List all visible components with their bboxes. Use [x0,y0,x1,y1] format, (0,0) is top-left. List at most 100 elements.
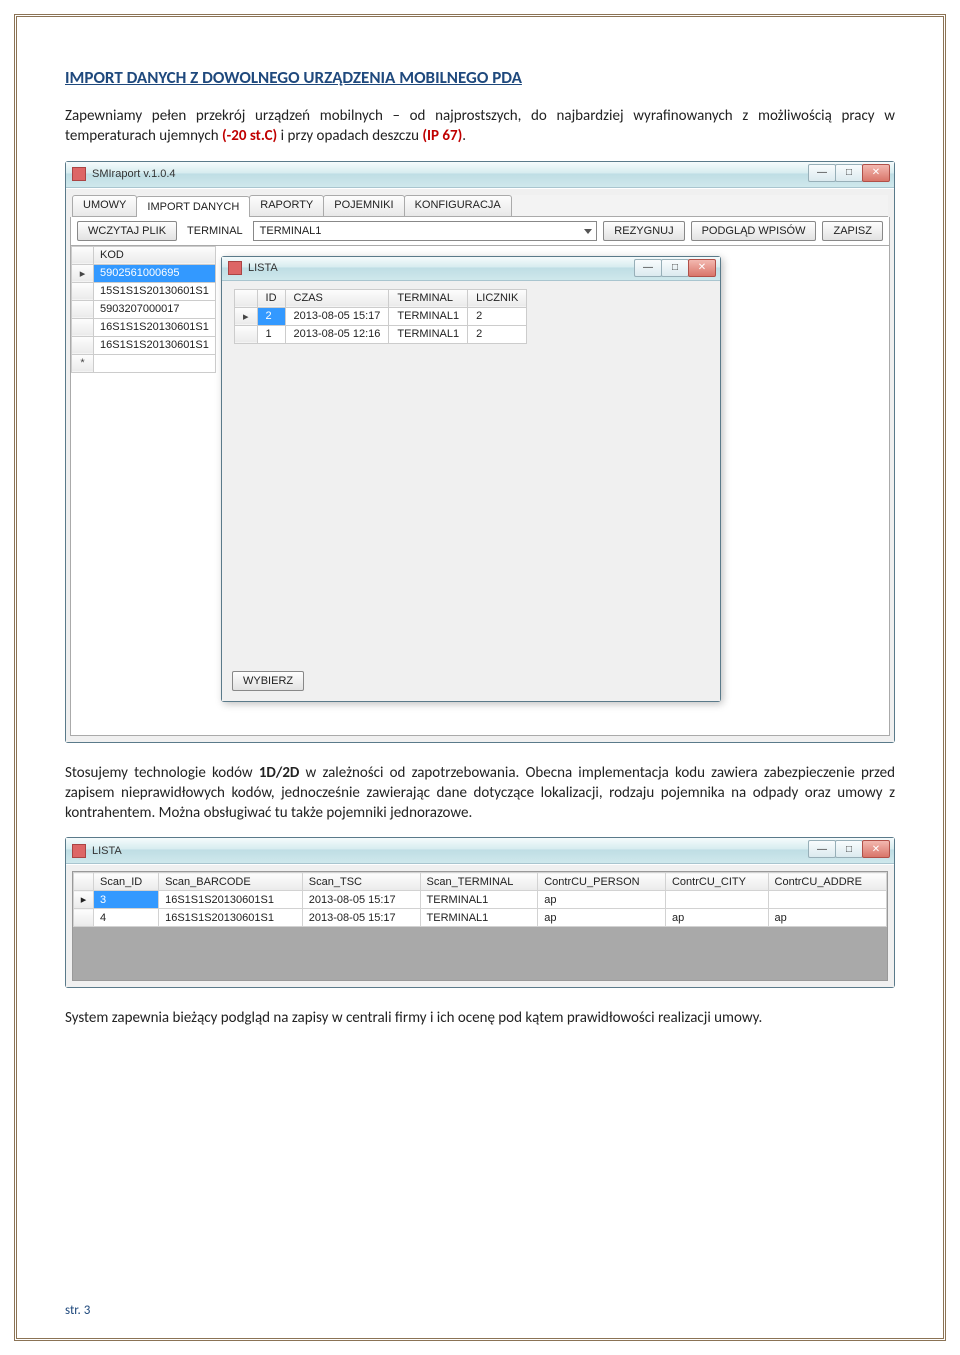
row-indicator[interactable] [72,282,94,300]
cell[interactable]: ap [768,909,886,927]
cell[interactable] [768,891,886,909]
cell-czas[interactable]: 2013-08-05 12:16 [285,325,389,343]
cell[interactable]: ap [538,891,666,909]
cell-terminal[interactable]: TERMINAL1 [389,307,468,325]
preview-button[interactable]: PODGLĄD WPISÓW [691,221,817,241]
kod-cell[interactable]: 16S1S1S20130601S1 [94,336,216,354]
col-licznik[interactable]: LICZNIK [468,289,527,307]
titlebar[interactable]: SMIraport v.1.0.4 — □ ✕ [66,162,894,188]
load-file-button[interactable]: WCZYTAJ PLIK [77,221,177,241]
cell[interactable]: TERMINAL1 [420,891,538,909]
tab-umowy[interactable]: UMOWY [72,195,137,216]
kod-cell-empty[interactable] [94,354,216,372]
lista2-maximize-button[interactable]: □ [835,840,863,858]
cell[interactable] [665,891,768,909]
para-2: Stosujemy technologie kodów 1D/2D w zale… [65,763,895,824]
modal-maximize-button[interactable]: □ [661,259,689,277]
save-button[interactable]: ZAPISZ [822,221,883,241]
col-scan-barcode[interactable]: Scan_BARCODE [159,873,303,891]
cell-czas[interactable]: 2013-08-05 15:17 [285,307,389,325]
cell[interactable]: 2013-08-05 15:17 [302,909,420,927]
kod-cell[interactable]: 5902561000695 [94,264,216,282]
tab-raporty[interactable]: RAPORTY [249,195,324,216]
close-button[interactable]: ✕ [862,164,890,182]
lista-rowhead-blank [235,289,258,307]
col-contrcu-addr[interactable]: ContrCU_ADDRE [768,873,886,891]
row-indicator[interactable] [72,336,94,354]
cell[interactable]: 16S1S1S20130601S1 [159,891,303,909]
row-indicator[interactable]: ▸ [72,264,94,282]
lista-modal: LISTA — □ ✕ ID CZAS [221,256,721,702]
cell[interactable]: 4 [94,909,159,927]
para2-a: Stosujemy technologie kodów [65,764,259,782]
app-window: SMIraport v.1.0.4 — □ ✕ UMOWY IMPORT DAN… [65,161,895,743]
tab-import-danych[interactable]: IMPORT DANYCH [136,196,250,217]
col-contrcu-person[interactable]: ContrCU_PERSON [538,873,666,891]
page-footer: str. 3 [65,1303,90,1318]
lista2-close-button[interactable]: ✕ [862,840,890,858]
modal-titlebar[interactable]: LISTA — □ ✕ [222,257,720,281]
para1-a: Zapewniamy pełen przekrój urządzeń mobil… [65,107,895,145]
col-terminal[interactable]: TERMINAL [389,289,468,307]
para1-red2: (IP 67) [422,127,462,145]
cell[interactable]: 16S1S1S20130601S1 [159,909,303,927]
para2-bold: 1D/2D [259,764,300,782]
col-czas[interactable]: CZAS [285,289,389,307]
intro-para-1: Zapewniamy pełen przekrój urządzeń mobil… [65,106,895,147]
minimize-button[interactable]: — [808,164,836,182]
row-indicator[interactable] [72,318,94,336]
col-scan-tsc[interactable]: Scan_TSC [302,873,420,891]
kod-cell[interactable]: 15S1S1S20130601S1 [94,282,216,300]
para1-b: i przy opadach deszczu [277,127,422,145]
new-row-indicator[interactable]: * [72,354,94,372]
maximize-button[interactable]: □ [835,164,863,182]
kod-cell[interactable]: 16S1S1S20130601S1 [94,318,216,336]
cell[interactable]: ap [538,909,666,927]
select-button[interactable]: WYBIERZ [232,671,304,691]
lista2-grid-area: Scan_ID Scan_BARCODE Scan_TSC Scan_TERMI… [72,871,888,981]
col-scan-id[interactable]: Scan_ID [94,873,159,891]
cell[interactable]: TERMINAL1 [420,909,538,927]
tab-pojemniki[interactable]: POJEMNIKI [323,195,404,216]
tab-bar: UMOWY IMPORT DANYCH RAPORTY POJEMNIKI KO… [72,195,888,217]
lista2-grid[interactable]: Scan_ID Scan_BARCODE Scan_TSC Scan_TERMI… [73,872,887,977]
grid-empty-area [74,927,887,977]
row-indicator[interactable]: ▸ [235,307,258,325]
cell-licznik[interactable]: 2 [468,325,527,343]
lista-grid[interactable]: ID CZAS TERMINAL LICZNIK ▸ 2 2013-08-05 … [234,289,527,344]
cell-licznik[interactable]: 2 [468,307,527,325]
para1-c: . [462,127,466,145]
cell-id[interactable]: 1 [257,325,285,343]
lista2-rowhead-blank [74,873,94,891]
para1-red1: (-20 st.C) [222,127,277,145]
lista2-titlebar[interactable]: LISTA — □ ✕ [66,838,894,864]
terminal-label: TERMINAL [187,225,243,237]
modal-title: LISTA [248,262,278,274]
cell[interactable]: 3 [94,891,159,909]
tab-konfiguracja[interactable]: KONFIGURACJA [404,195,512,216]
cell[interactable]: 2013-08-05 15:17 [302,891,420,909]
toolbar: WCZYTAJ PLIK TERMINAL TERMINAL1 REZYGNUJ… [70,217,890,246]
cell[interactable]: ap [665,909,768,927]
col-kod[interactable]: KOD [94,246,216,264]
row-indicator[interactable] [235,325,258,343]
app-title: SMIraport v.1.0.4 [92,168,176,180]
modal-icon [228,261,242,275]
terminal-combo[interactable]: TERMINAL1 [253,221,598,241]
row-indicator[interactable]: ▸ [74,891,94,909]
cell-terminal[interactable]: TERMINAL1 [389,325,468,343]
app-icon [72,167,86,181]
cancel-button[interactable]: REZYGNUJ [603,221,684,241]
modal-minimize-button[interactable]: — [634,259,662,277]
modal-close-button[interactable]: ✕ [688,259,716,277]
kod-cell[interactable]: 5903207000017 [94,300,216,318]
page-heading: IMPORT DANYCH Z DOWOLNEGO URZĄDZENIA MOB… [65,67,895,88]
col-id[interactable]: ID [257,289,285,307]
kod-grid[interactable]: KOD ▸5902561000695 15S1S1S20130601S1 590… [71,246,216,373]
row-indicator[interactable] [74,909,94,927]
cell-id[interactable]: 2 [257,307,285,325]
row-indicator[interactable] [72,300,94,318]
col-scan-terminal[interactable]: Scan_TERMINAL [420,873,538,891]
lista2-minimize-button[interactable]: — [808,840,836,858]
col-contrcu-city[interactable]: ContrCU_CITY [665,873,768,891]
